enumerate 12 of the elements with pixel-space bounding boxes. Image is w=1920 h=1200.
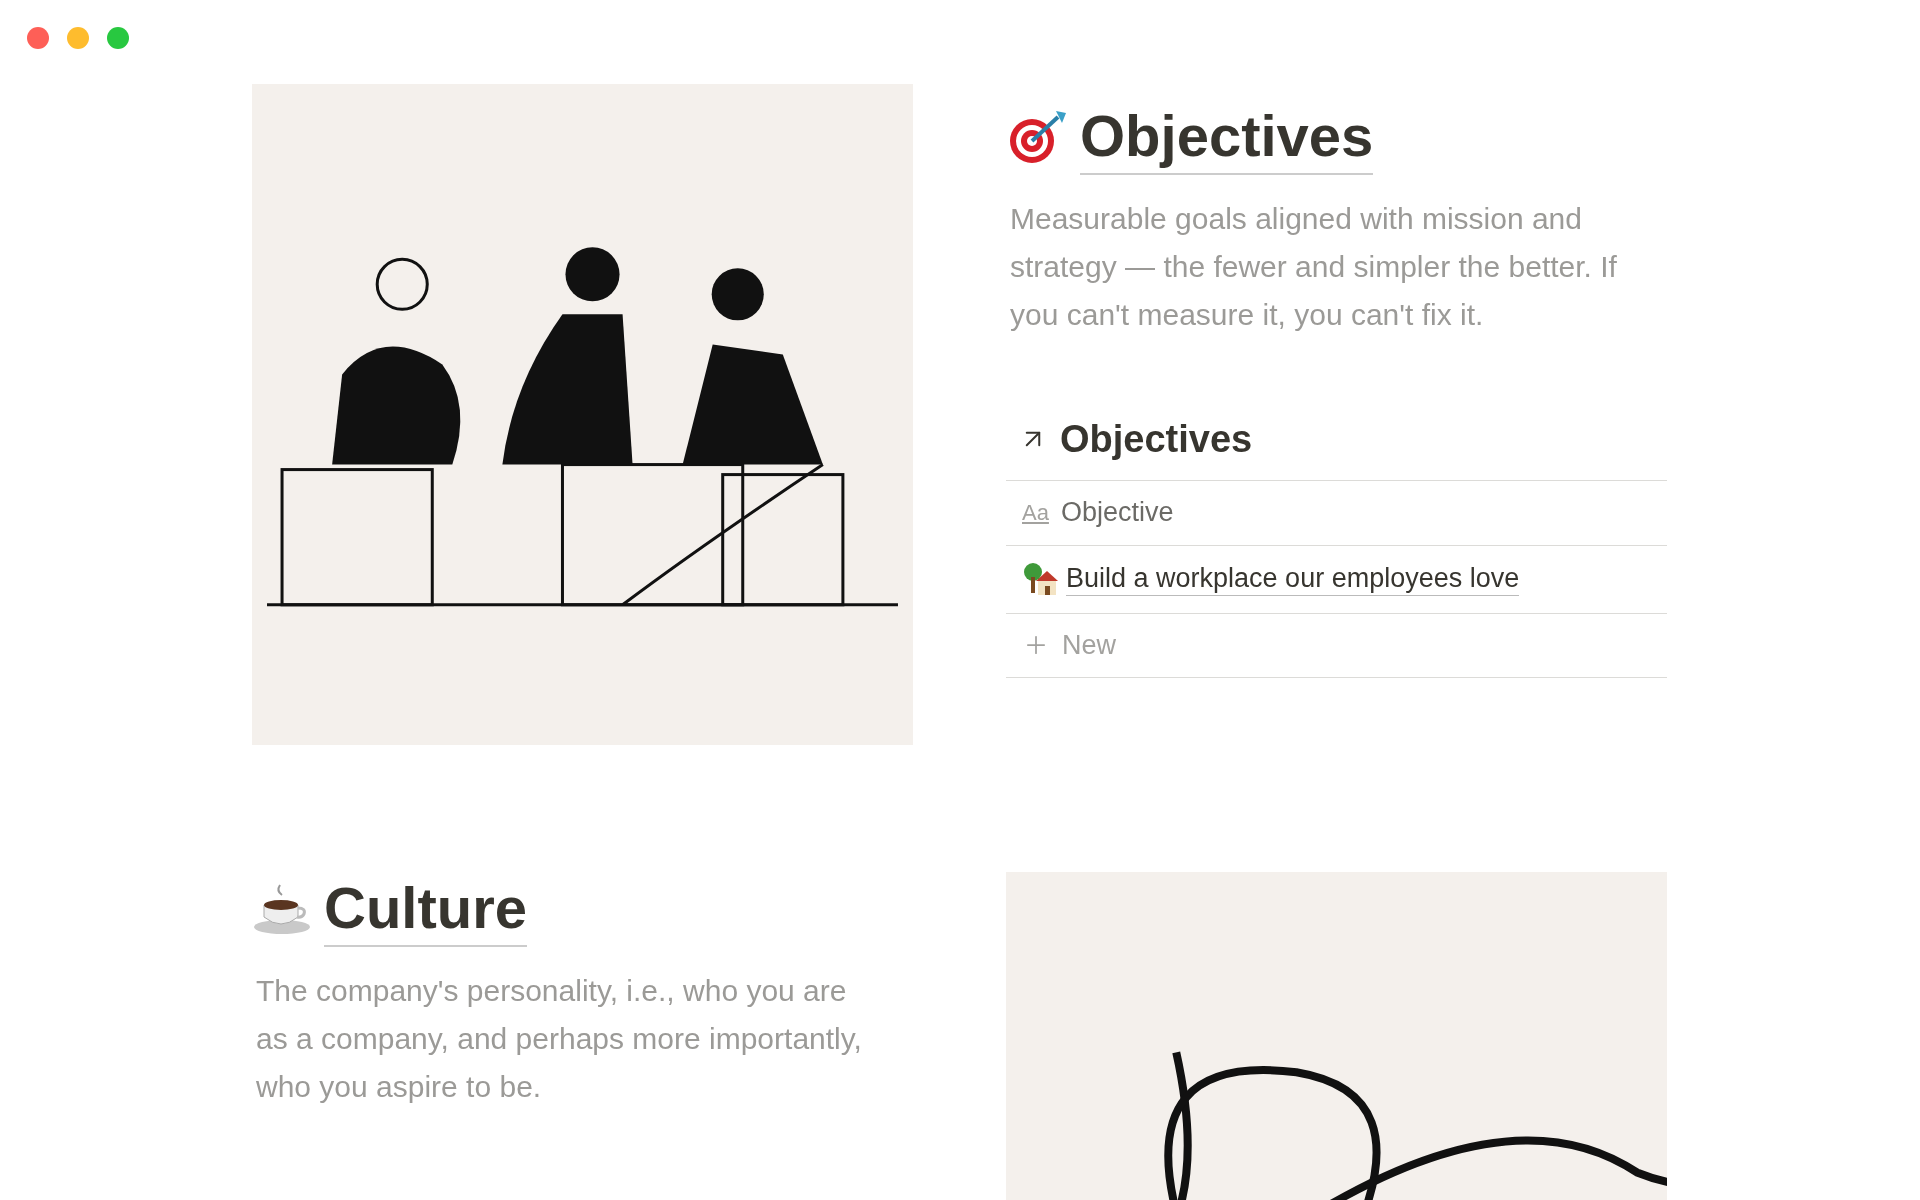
close-window-button[interactable]: [27, 27, 49, 49]
text-property-icon: Aa: [1022, 496, 1049, 529]
section-description: Measurable goals aligned with mission and strategy — the fewer and simpler the better. If you can't measure it, you can't fix it.: [1009, 200, 1618, 333]
database-title[interactable]: Objectives: [1060, 410, 1253, 468]
minimize-window-button[interactable]: [67, 27, 89, 49]
section-description: The company's personality, i.e., who you are as a company, and perhaps more importantly, who you aspire to be.: [255, 972, 863, 1105]
page-title[interactable]: Objectives: [1080, 100, 1374, 175]
column-header[interactable]: Objective: [1060, 492, 1174, 533]
maximize-window-button[interactable]: [107, 27, 129, 49]
house-icon: [1022, 561, 1058, 597]
database-row-link[interactable]: Build a workplace our employees love: [1066, 561, 1520, 597]
page-title[interactable]: Culture: [324, 872, 527, 947]
